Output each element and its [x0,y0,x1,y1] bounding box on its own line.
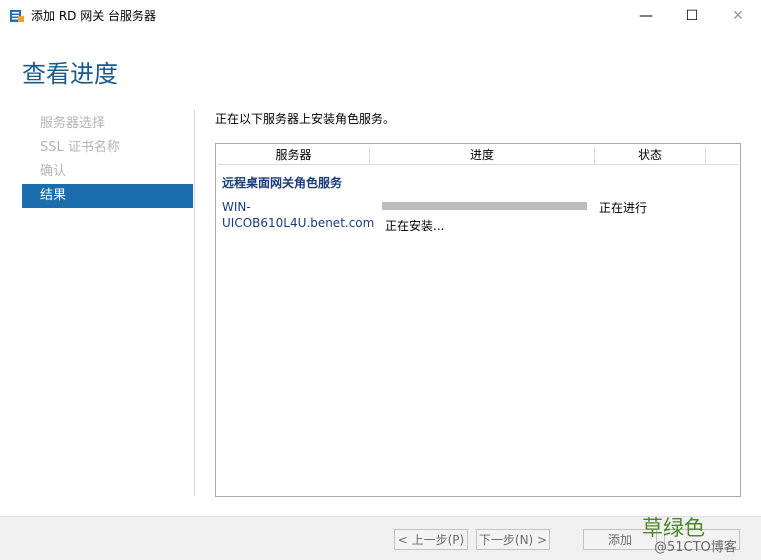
nav-item-results[interactable]: 结果 [22,184,193,208]
server-manager-icon [10,10,24,22]
page-header: 查看进度 [0,32,761,100]
progress-text: 正在安装... [385,219,445,233]
close-icon: ✕ [732,8,744,24]
nav-item-ssl-certificate: SSL 证书名称 [40,140,120,155]
nav-item-server-selection: 服务器选择 [40,116,106,131]
status-text: 正在进行 [599,201,648,215]
maximize-button[interactable]: ☐ [669,0,715,32]
nav-divider [194,110,195,496]
nav-item-confirmation: 确认 [40,164,67,179]
add-rd-gateway-window: 添加 RD 网关 台服务器 — ☐ ✕ 查看进度 服务器选择 SSL 证书名称 … [0,0,761,560]
next-button[interactable]: 下一步(N) > [476,529,550,550]
server-name: WIN-UICOB610L4U.benet.com [222,200,375,230]
previous-button[interactable]: < 上一步(P) [394,529,468,550]
watermark-sub: @51CTO博客 [654,540,737,555]
column-header-status[interactable]: 状态 [595,147,706,165]
results-list: 服务器 进度 状态 远程桌面网关角色服务 WIN-UICOB610L4U.ben… [215,143,741,497]
title-bar: 添加 RD 网关 台服务器 — ☐ ✕ [0,0,761,32]
minimize-icon: — [639,8,653,24]
wizard-nav: 服务器选择 SSL 证书名称 确认 结果 [22,112,193,208]
close-button[interactable]: ✕ [715,0,761,32]
column-header-progress[interactable]: 进度 [370,147,595,165]
maximize-icon: ☐ [685,8,699,24]
group-label: 远程桌面网关角色服务 [222,176,343,190]
column-header-extra [706,147,738,165]
progress-bar-fill [382,202,587,210]
column-header-server[interactable]: 服务器 [218,147,370,165]
content-description: 正在以下服务器上安装角色服务。 [215,112,396,126]
minimize-button[interactable]: — [623,0,669,32]
window-title: 添加 RD 网关 台服务器 [31,9,157,23]
page-title: 查看进度 [22,60,118,88]
progress-bar [382,202,587,210]
